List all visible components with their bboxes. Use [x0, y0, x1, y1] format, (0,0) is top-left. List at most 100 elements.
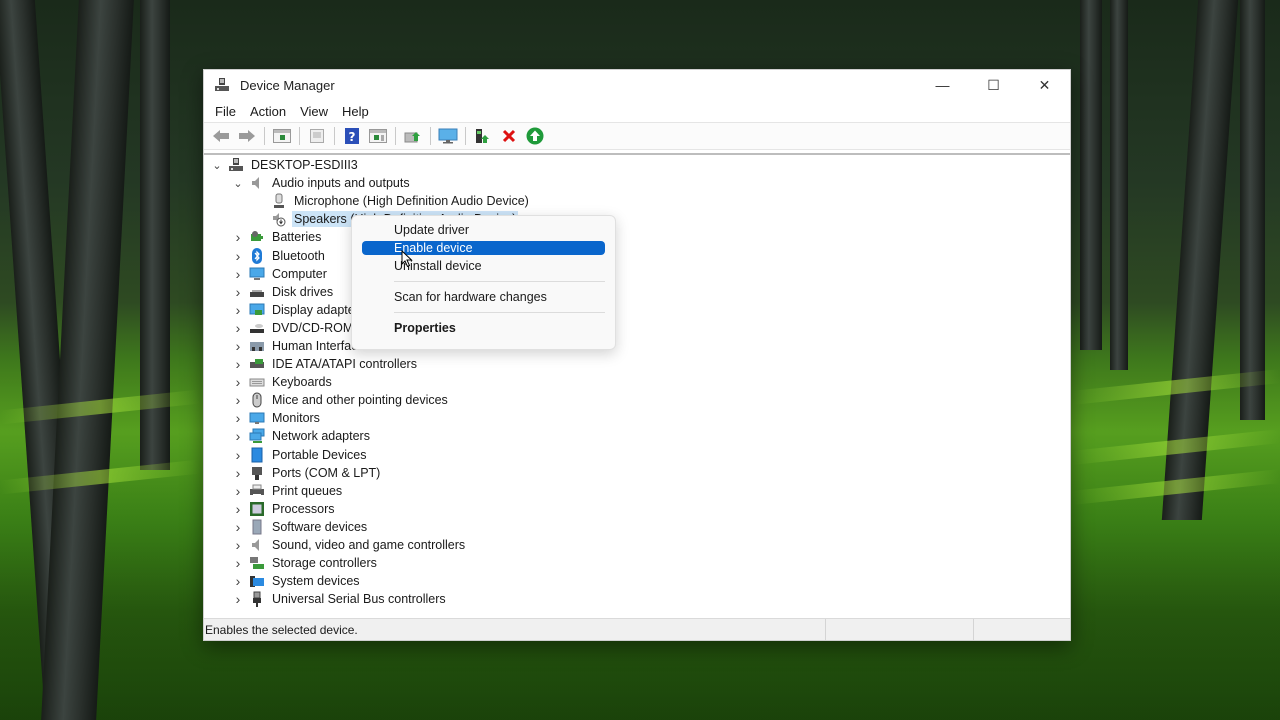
show-hide-console-tree-button[interactable]: [271, 125, 293, 147]
human-interface-icon: [249, 338, 265, 354]
tree-category-item[interactable]: › Sound, video and game controllers: [204, 536, 1070, 554]
chevron-right-icon[interactable]: ›: [231, 229, 245, 245]
tree-category-item[interactable]: › System devices: [204, 572, 1070, 590]
chevron-right-icon[interactable]: ›: [231, 428, 245, 444]
close-button[interactable]: ✕: [1019, 70, 1070, 100]
tree-category-item[interactable]: › DVD/CD-ROM drives: [204, 319, 1070, 337]
tree-category-label: IDE ATA/ATAPI controllers: [272, 357, 417, 372]
chevron-right-icon[interactable]: ›: [231, 501, 245, 517]
dvd-drive-icon: [249, 320, 265, 336]
menu-action[interactable]: Action: [243, 104, 293, 119]
menu-help[interactable]: Help: [335, 104, 376, 119]
uninstall-device-button[interactable]: [498, 125, 520, 147]
tree-category-label: Mice and other pointing devices: [272, 393, 448, 408]
tree-category-item[interactable]: › Ports (COM & LPT): [204, 464, 1070, 482]
back-icon: [213, 130, 229, 142]
mouse-cursor-icon: [401, 250, 413, 268]
maximize-button[interactable]: ☐: [968, 70, 1019, 100]
tree-category-item[interactable]: › Bluetooth: [204, 246, 1070, 264]
chevron-down-icon[interactable]: ⌄: [210, 158, 224, 172]
menu-view[interactable]: View: [293, 104, 335, 119]
processor-icon: [249, 501, 265, 517]
chevron-right-icon[interactable]: ›: [231, 573, 245, 589]
chevron-right-icon[interactable]: ›: [231, 248, 245, 264]
chevron-right-icon[interactable]: ›: [231, 302, 245, 318]
action-pane-button[interactable]: [367, 125, 389, 147]
microphone-icon: [271, 193, 287, 209]
chevron-right-icon[interactable]: ›: [231, 356, 245, 372]
chevron-right-icon[interactable]: ›: [231, 465, 245, 481]
svg-text:?: ?: [349, 130, 356, 144]
menu-file[interactable]: File: [208, 104, 243, 119]
tree-category-item[interactable]: › Storage controllers: [204, 554, 1070, 572]
tree-category-item[interactable]: › Mice and other pointing devices: [204, 391, 1070, 409]
tree-category-item[interactable]: › Display adapters: [204, 301, 1070, 319]
chevron-right-icon[interactable]: ›: [231, 591, 245, 607]
tree-category-item[interactable]: › Computer: [204, 265, 1070, 283]
chevron-right-icon[interactable]: ›: [231, 374, 245, 390]
port-icon: [249, 465, 265, 481]
computer-root-icon: [228, 157, 244, 173]
device-tree[interactable]: ⌄ DESKTOP-ESDIII3 ⌄ Audio inputs and out…: [204, 153, 1070, 613]
tree-category-item[interactable]: › Batteries: [204, 228, 1070, 246]
keyboard-icon: [249, 374, 265, 390]
tree-category-label: Monitors: [272, 411, 320, 426]
chevron-right-icon[interactable]: ›: [231, 555, 245, 571]
menu-item-enable-device[interactable]: Enable device: [362, 241, 605, 255]
chevron-right-icon[interactable]: ›: [231, 447, 245, 463]
system-device-icon: [249, 573, 265, 589]
chevron-down-icon[interactable]: ⌄: [231, 176, 245, 190]
menu-item-properties[interactable]: Properties: [362, 317, 605, 339]
tree-category-item[interactable]: › Disk drives: [204, 283, 1070, 301]
scan-hardware-button[interactable]: [437, 125, 459, 147]
tree-category-item[interactable]: › Processors: [204, 500, 1070, 518]
tree-category-item[interactable]: › Keyboards: [204, 373, 1070, 391]
chevron-right-icon[interactable]: ›: [231, 537, 245, 553]
tree-category-audio[interactable]: ⌄ Audio inputs and outputs: [204, 174, 1070, 192]
status-cell: [973, 619, 1070, 640]
speaker-icon: [249, 175, 265, 191]
tree-category-item[interactable]: › Universal Serial Bus controllers: [204, 590, 1070, 608]
tree-category-label: Disk drives: [272, 284, 334, 299]
display-adapter-icon: [249, 302, 265, 318]
computer-icon: [249, 266, 265, 282]
chevron-right-icon[interactable]: ›: [231, 266, 245, 282]
properties-button[interactable]: [306, 125, 328, 147]
tree-root-label: DESKTOP-ESDIII3: [251, 158, 358, 173]
add-legacy-hardware-button[interactable]: [472, 125, 494, 147]
forward-button[interactable]: [236, 125, 258, 147]
menu-item-update-driver[interactable]: Update driver: [362, 219, 605, 241]
tree-category-item[interactable]: › IDE ATA/ATAPI controllers: [204, 355, 1070, 373]
tree-category-item[interactable]: › Print queues: [204, 482, 1070, 500]
tree-category-item[interactable]: › Portable Devices: [204, 446, 1070, 464]
chevron-right-icon[interactable]: ›: [231, 338, 245, 354]
tree-category-item[interactable]: › Software devices: [204, 518, 1070, 536]
network-adapter-icon: [249, 428, 265, 444]
title-bar[interactable]: Device Manager — ☐ ✕: [204, 70, 1070, 100]
minimize-button[interactable]: —: [917, 70, 968, 100]
chevron-right-icon[interactable]: ›: [231, 410, 245, 426]
sound-controller-icon: [249, 537, 265, 553]
chevron-right-icon[interactable]: ›: [231, 392, 245, 408]
menu-item-scan-hardware[interactable]: Scan for hardware changes: [362, 286, 605, 308]
update-driver-button[interactable]: [402, 125, 424, 147]
tree-category-item[interactable]: › Network adapters: [204, 427, 1070, 445]
help-button[interactable]: ?: [341, 125, 363, 147]
back-button[interactable]: [210, 125, 232, 147]
tree-item-speakers[interactable]: Speakers (High Definition Audio Device): [204, 210, 1070, 228]
tree-category-label: Keyboards: [272, 375, 332, 390]
chevron-right-icon[interactable]: ›: [231, 284, 245, 300]
tree-category-label: Batteries: [272, 230, 322, 245]
chevron-right-icon[interactable]: ›: [231, 519, 245, 535]
tree-category-item[interactable]: › Human Interface Devices: [204, 337, 1070, 355]
tree-category-item[interactable]: › Monitors: [204, 409, 1070, 427]
tree-category-label: Processors: [272, 501, 335, 516]
toolbar-separator: [465, 127, 466, 145]
menu-separator: [394, 281, 605, 282]
chevron-right-icon[interactable]: ›: [231, 483, 245, 499]
menu-item-uninstall-device[interactable]: Uninstall device: [362, 255, 605, 277]
enable-device-button[interactable]: [524, 125, 546, 147]
tree-root[interactable]: ⌄ DESKTOP-ESDIII3: [204, 156, 1070, 174]
chevron-right-icon[interactable]: ›: [231, 320, 245, 336]
tree-item-microphone[interactable]: Microphone (High Definition Audio Device…: [204, 192, 1070, 210]
